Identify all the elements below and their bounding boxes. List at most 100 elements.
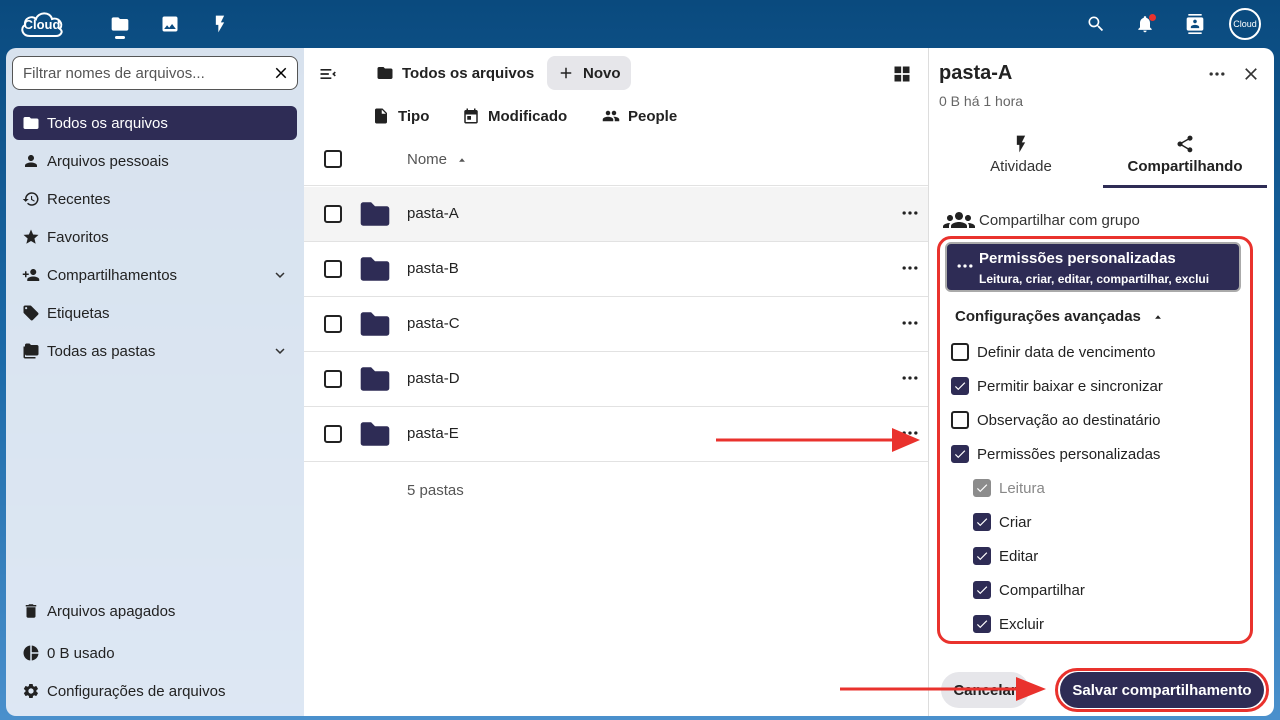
more-actions-icon[interactable] [1207, 64, 1227, 84]
top-header: Cloud Cloud [0, 0, 1280, 48]
checkbox[interactable] [951, 343, 969, 361]
table-row[interactable]: pasta-B [304, 242, 928, 297]
annotation-arrow [840, 677, 1046, 701]
option-label: Compartilhar [999, 581, 1085, 599]
file-icon [375, 108, 387, 124]
clear-filter-icon[interactable] [271, 63, 291, 83]
toggle-navigation-icon[interactable] [318, 64, 340, 86]
checkbox[interactable] [951, 377, 969, 395]
nav-item-all-folders[interactable]: Todas as pastas [13, 334, 297, 368]
pie-chart-icon [21, 643, 41, 663]
nav-item-deleted-files[interactable]: Arquivos apagados [13, 594, 297, 628]
option-custom-permissions[interactable]: Permissões personalizadas [951, 442, 1160, 466]
checkbox [973, 479, 991, 497]
folder-icon [359, 201, 391, 227]
user-avatar[interactable]: Cloud [1229, 8, 1261, 40]
file-name[interactable]: pasta-C [407, 315, 460, 332]
modified-filter-button[interactable]: Modificado [462, 104, 567, 128]
cloud-logo[interactable]: Cloud [18, 8, 66, 38]
grid-view-icon[interactable] [892, 64, 912, 84]
row-checkbox[interactable] [324, 205, 342, 223]
tab-sharing[interactable]: Compartilhando [1103, 132, 1267, 188]
activity-app-icon[interactable] [208, 12, 232, 36]
checkbox[interactable] [973, 547, 991, 565]
more-actions-icon[interactable] [900, 258, 920, 278]
option-note-to-recipient[interactable]: Observação ao destinatário [951, 408, 1160, 432]
more-actions-icon[interactable] [900, 203, 920, 223]
folder-icon [359, 366, 391, 392]
advanced-settings-toggle[interactable]: Configurações avançadas [955, 308, 1165, 325]
tab-activity[interactable]: Atividade [939, 132, 1103, 188]
file-name[interactable]: pasta-D [407, 370, 460, 387]
table-row[interactable]: pasta-D [304, 352, 928, 407]
breadcrumb-all-files[interactable]: Todos os arquivos [366, 56, 544, 90]
permission-edit[interactable]: Editar [973, 544, 1038, 568]
permission-delete[interactable]: Excluir [973, 612, 1044, 636]
check-icon [975, 617, 989, 631]
checkbox[interactable] [973, 581, 991, 599]
advanced-settings-label: Configurações avançadas [955, 308, 1141, 325]
row-checkbox[interactable] [324, 260, 342, 278]
history-icon [21, 189, 41, 209]
photos-app-icon[interactable] [158, 12, 182, 36]
nav-item-shares[interactable]: Compartilhamentos [13, 258, 297, 292]
nav-item-label: Arquivos pessoais [47, 152, 169, 170]
type-filter-button[interactable]: Tipo [372, 104, 429, 128]
nav-item-tags[interactable]: Etiquetas [13, 296, 297, 330]
filter-input[interactable] [23, 57, 263, 89]
close-icon[interactable] [1241, 64, 1261, 84]
sort-by-name[interactable]: Nome [407, 151, 469, 168]
people-filter-button[interactable]: People [602, 104, 677, 128]
checkbox[interactable] [951, 411, 969, 429]
contacts-icon[interactable] [1183, 12, 1207, 36]
table-row[interactable]: pasta-A [304, 187, 928, 242]
folder-icon [21, 113, 41, 133]
file-name[interactable]: pasta-A [407, 205, 459, 222]
nav-item-file-settings[interactable]: Configurações de arquivos [13, 674, 297, 708]
table-row[interactable]: pasta-C [304, 297, 928, 352]
share-with-label: Compartilhar com grupo [979, 211, 1140, 229]
tab-label: Compartilhando [1127, 158, 1243, 175]
permission-create[interactable]: Criar [973, 510, 1032, 534]
new-button[interactable]: Novo [547, 56, 631, 90]
folders-icon [21, 341, 41, 361]
nav-item-all-files[interactable]: Todos os arquivos [13, 106, 297, 140]
storage-usage[interactable]: 0 B usado [13, 636, 297, 670]
permission-share[interactable]: Compartilhar [973, 578, 1085, 602]
activity-icon [1011, 134, 1031, 154]
permissions-dropdown[interactable]: Permissões personalizadas Leitura, criar… [945, 242, 1241, 292]
row-checkbox[interactable] [324, 315, 342, 333]
option-expiration-date[interactable]: Definir data de vencimento [951, 340, 1155, 364]
share-with-group: Compartilhar com grupo [943, 208, 1140, 232]
file-name[interactable]: pasta-E [407, 425, 459, 442]
notification-dot [1149, 14, 1156, 21]
more-actions-icon[interactable] [900, 368, 920, 388]
checkbox[interactable] [973, 615, 991, 633]
nav-item-recent[interactable]: Recentes [13, 182, 297, 216]
more-actions-icon[interactable] [900, 313, 920, 333]
chevron-down-icon[interactable] [271, 342, 289, 360]
row-checkbox[interactable] [324, 370, 342, 388]
sort-ascending-icon [455, 153, 469, 167]
file-name[interactable]: pasta-B [407, 260, 459, 277]
checkbox[interactable] [973, 513, 991, 531]
permission-read: Leitura [973, 476, 1045, 500]
folder-icon [359, 256, 391, 282]
nav-item-favorites[interactable]: Favoritos [13, 220, 297, 254]
sidebar-subtitle: 0 B há 1 hora [939, 93, 1024, 109]
more-dots-icon [955, 256, 975, 276]
row-checkbox[interactable] [324, 425, 342, 443]
share-icon [1175, 134, 1195, 154]
option-allow-download[interactable]: Permitir baixar e sincronizar [951, 374, 1163, 398]
select-all-checkbox[interactable] [324, 150, 342, 168]
nav-item-personal-files[interactable]: Arquivos pessoais [13, 144, 297, 178]
share-person-icon [21, 265, 41, 285]
checkbox[interactable] [951, 445, 969, 463]
permission-title: Permissões personalizadas [979, 250, 1176, 267]
folder-icon [359, 421, 391, 447]
search-icon[interactable] [1084, 12, 1108, 36]
files-app-icon[interactable] [108, 12, 132, 36]
option-label: Leitura [999, 479, 1045, 497]
save-share-button[interactable]: Salvar compartilhamento [1060, 672, 1264, 708]
chevron-down-icon[interactable] [271, 266, 289, 284]
